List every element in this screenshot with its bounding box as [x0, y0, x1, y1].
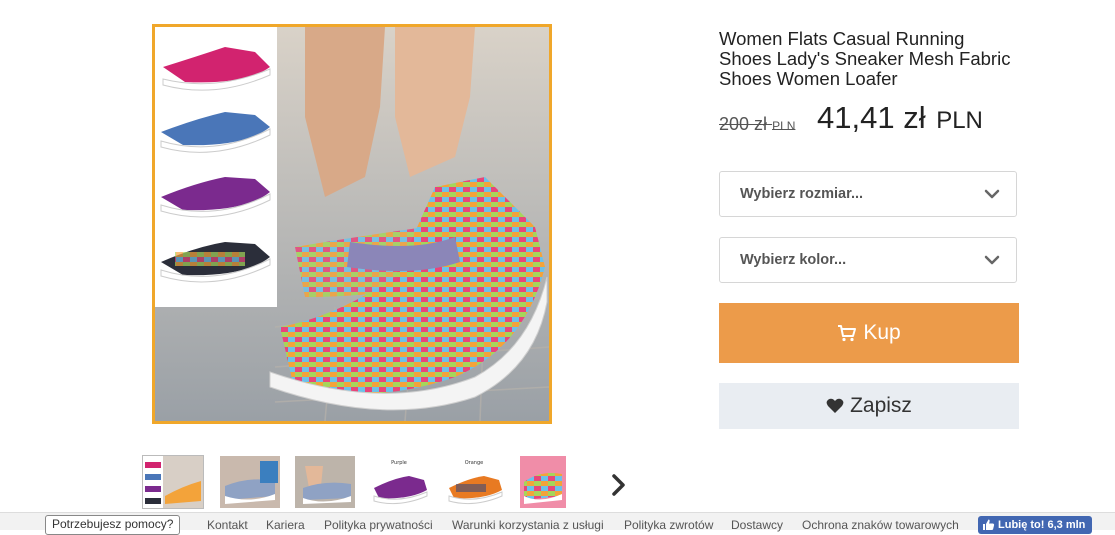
chevron-down-icon	[984, 255, 1000, 265]
buy-button-label: Kup	[863, 321, 901, 344]
color-select[interactable]: Wybierz kolor...	[719, 237, 1017, 283]
footer-link-suppliers[interactable]: Dostawcy	[731, 518, 783, 532]
footer-bar: Potrzebujesz pomocy? Kontakt Kariera Pol…	[0, 512, 1115, 535]
thumbnail-caption: Purple	[391, 460, 407, 466]
current-price-currency: PLN	[936, 107, 983, 134]
original-price-value: 200 zł	[719, 114, 768, 134]
thumbnail-5[interactable]: Orange	[444, 456, 504, 508]
save-button-label: Zapisz	[850, 394, 912, 417]
original-price-currency: PLN	[772, 119, 796, 133]
size-select-label: Wybierz rozmiar...	[740, 186, 864, 202]
help-button[interactable]: Potrzebujesz pomocy?	[45, 515, 181, 535]
footer-link-trademark[interactable]: Ochrona znaków towarowych	[802, 518, 959, 532]
size-select[interactable]: Wybierz rozmiar...	[719, 171, 1017, 217]
footer-link-careers[interactable]: Kariera	[266, 518, 305, 532]
footer-link-privacy[interactable]: Polityka prywatności	[324, 518, 433, 532]
product-title: Women Flats Casual Running Shoes Lady's …	[719, 28, 1011, 89]
current-price: 41,41 zł PLN	[817, 100, 983, 136]
thumbnail-1[interactable]	[142, 455, 204, 509]
thumbnail-caption: Orange	[464, 460, 484, 466]
footer-link-returns[interactable]: Polityka zwrotów	[624, 518, 713, 532]
original-price: 200 zł PLN	[719, 114, 795, 135]
chevron-right-icon[interactable]	[608, 470, 630, 500]
save-button[interactable]: Zapisz	[719, 383, 1019, 429]
heart-icon	[826, 398, 844, 413]
color-select-label: Wybierz kolor...	[740, 252, 847, 268]
buy-button[interactable]: Kup	[719, 303, 1019, 363]
thumbnail-2[interactable]	[220, 456, 280, 508]
footer-link-terms[interactable]: Warunki korzystania z usługi	[452, 518, 604, 532]
cart-icon	[838, 325, 857, 342]
product-main-image[interactable]	[152, 24, 552, 424]
chevron-down-icon	[984, 189, 1000, 199]
current-price-value: 41,41 zł	[817, 100, 926, 135]
thumbnail-6[interactable]	[520, 456, 566, 508]
thumbnail-3[interactable]	[295, 456, 355, 508]
facebook-like-label: Lubię to! 6,3 mln	[998, 519, 1086, 531]
thumbs-up-icon	[983, 519, 995, 530]
thumbnail-4[interactable]: Purple	[369, 456, 429, 508]
facebook-like-button[interactable]: Lubię to! 6,3 mln	[978, 516, 1092, 534]
footer-link-contact[interactable]: Kontakt	[207, 518, 248, 532]
